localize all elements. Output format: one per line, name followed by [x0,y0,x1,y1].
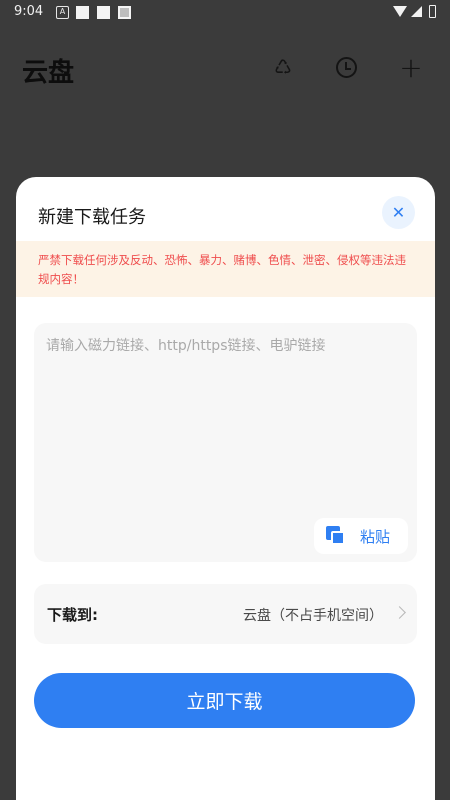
add-icon[interactable]: + [398,51,424,84]
link-input-box: 粘贴 [34,323,417,562]
download-destination-row[interactable]: 下载到: 云盘（不占手机空间） [34,584,417,644]
warning-banner: 严禁下载任何涉及反动、恐怖、暴力、赌博、色情、泄密、侵权等违法违规内容！ [16,241,435,297]
warning-text: 严禁下载任何涉及反动、恐怖、暴力、赌博、色情、泄密、侵权等违法违规内容！ [38,253,406,286]
paste-button[interactable]: 粘贴 [314,518,408,554]
close-icon: ✕ [391,203,406,222]
destination-label: 下载到: [47,606,98,624]
dialog-title: 新建下载任务 [38,207,146,228]
paste-icon [326,526,346,546]
history-icon[interactable] [333,54,359,80]
new-download-dialog: 新建下载任务 ✕ 严禁下载任何涉及反动、恐怖、暴力、赌博、色情、泄密、侵权等违法… [16,177,435,800]
wifi-icon [393,6,407,17]
download-now-button[interactable]: 立即下载 [34,673,415,728]
notification-icon [76,6,89,19]
status-time: 9:04 [14,4,44,19]
paste-label: 粘贴 [360,527,391,546]
close-button[interactable]: ✕ [382,196,415,229]
destination-value: 云盘（不占手机空间） [243,608,383,624]
notification-icon [97,6,110,19]
notification-a-icon: A [56,6,69,19]
recycle-icon[interactable]: ♺ [270,54,296,80]
link-input[interactable] [46,335,401,515]
battery-icon [429,5,436,18]
notification-icon [118,6,131,19]
signal-icon [411,6,422,17]
app-header: 云盘 ♺ + [0,24,450,112]
chevron-right-icon [393,606,406,619]
status-bar: 9:04 A [0,0,450,24]
page-title: 云盘 [22,58,75,88]
